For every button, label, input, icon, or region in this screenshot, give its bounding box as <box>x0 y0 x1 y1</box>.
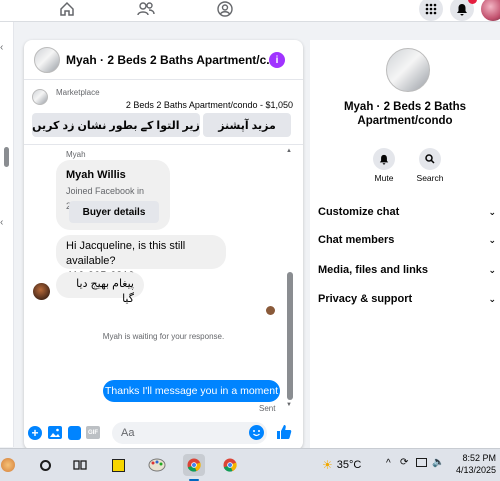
listing-thumbnail <box>32 89 48 105</box>
chat-members-row[interactable]: Chat members ⌄ <box>318 230 500 250</box>
task-view-icon[interactable] <box>70 455 90 475</box>
clock-date: 4/13/2025 <box>455 465 496 475</box>
plus-icon[interactable]: + <box>28 426 42 440</box>
clock-time: 8:52 PM <box>462 453 496 463</box>
menu-grid-button[interactable] <box>419 0 443 21</box>
mark-pending-button[interactable]: زیر التوا کے بطور نشان زد کریں <box>32 113 200 137</box>
chat-title[interactable]: Myah · 2 Beds 2 Baths Apartment/c... <box>66 53 276 67</box>
message-input[interactable]: Aa <box>112 422 267 444</box>
menu-label: Privacy & support <box>318 293 413 305</box>
listing-avatar-large[interactable] <box>386 48 430 92</box>
info-icon[interactable]: i <box>269 52 285 68</box>
left-scrollbar[interactable] <box>4 147 9 167</box>
display-icon[interactable] <box>416 458 427 467</box>
buyer-details-button[interactable]: Buyer details <box>69 201 159 223</box>
message-text: Hi Jacqueline, is this still available? <box>66 240 186 267</box>
message-bubble[interactable]: پیغام بھیج دیا گیا <box>56 272 144 305</box>
chat-scrollbar[interactable]: ▲ ▼ <box>286 148 294 410</box>
notification-badge <box>468 0 477 4</box>
scroll-thumb[interactable] <box>287 272 293 400</box>
listing-summary[interactable]: 2 Beds 2 Baths Apartment/condo - $1,050 <box>126 100 293 110</box>
marketplace-label: Marketplace <box>56 88 100 97</box>
details-title-line2: Apartment/condo <box>357 115 453 127</box>
widgets-icon[interactable] <box>0 455 16 475</box>
bell-icon <box>373 148 395 170</box>
details-title: Myah · 2 Beds 2 Baths Apartment/condo <box>310 100 500 128</box>
message-bubble[interactable]: Hi Jacqueline, is this still available? … <box>56 235 226 282</box>
menu-label: Customize chat <box>318 206 400 218</box>
start-circle-icon[interactable] <box>35 455 55 475</box>
weather-sun-icon: ☀ <box>322 458 333 472</box>
chrome-icon[interactable] <box>220 455 240 475</box>
more-options-button[interactable]: مزید آپشنز <box>203 113 291 137</box>
input-placeholder: Aa <box>121 427 135 439</box>
weather-widget[interactable]: ☀ 35°C <box>322 458 361 472</box>
card-name: Myah Willis <box>66 169 126 181</box>
message-status: Sent <box>259 404 276 413</box>
gif-icon[interactable]: GIF <box>86 426 100 439</box>
friends-icon[interactable] <box>137 0 155 18</box>
home-icon[interactable] <box>58 0 76 18</box>
details-title-line1: Myah · 2 Beds 2 Baths <box>343 101 467 113</box>
chrome-icon[interactable] <box>183 454 205 476</box>
sender-label: Myah <box>66 150 86 159</box>
composer-bar: + GIF Aa <box>24 420 303 450</box>
chat-details-panel: Myah · 2 Beds 2 Baths Apartment/condo Mu… <box>310 40 500 450</box>
notifications-button[interactable] <box>450 0 477 21</box>
weather-temp: 35°C <box>336 459 362 471</box>
clock[interactable]: 8:52 PM 4/13/2025 <box>452 452 496 476</box>
media-files-links-row[interactable]: Media, files and links ⌄ <box>318 260 500 280</box>
chevron-down-icon: ⌄ <box>488 206 496 217</box>
listing-avatar[interactable] <box>34 47 60 73</box>
photo-icon[interactable] <box>48 426 62 439</box>
chevron-left-icon[interactable]: ‹ <box>0 217 3 228</box>
network-icon[interactable]: ⟳ <box>400 457 408 468</box>
mute-button[interactable]: Mute <box>370 148 398 183</box>
left-column: ‹ ‹ <box>0 22 14 447</box>
menu-label: Chat members <box>318 234 395 246</box>
message-text: پیغام بھیج دیا گیا <box>76 278 134 305</box>
chevron-down-icon: ⌄ <box>488 234 496 245</box>
my-message-bubble[interactable]: Thanks I'll message you in a moment <box>103 380 280 402</box>
account-avatar[interactable] <box>481 0 500 21</box>
scroll-down-arrow[interactable]: ▼ <box>286 402 292 408</box>
sticky-notes-icon[interactable] <box>108 455 128 475</box>
search-label: Search <box>416 173 444 183</box>
chat-header: Myah · 2 Beds 2 Baths Apartment/c... i <box>24 40 303 80</box>
bell-icon <box>457 3 467 16</box>
chat-window: Myah · 2 Beds 2 Baths Apartment/c... i M… <box>24 40 303 450</box>
menu-label: Media, files and links <box>318 264 429 276</box>
waiting-notice: Myah is waiting for your response. <box>102 332 225 341</box>
profile-icon[interactable] <box>216 0 234 18</box>
emoji-icon[interactable] <box>249 425 264 440</box>
volume-icon[interactable]: 🔈 <box>432 457 444 468</box>
scroll-up-arrow[interactable]: ▲ <box>286 148 292 154</box>
sender-avatar <box>33 283 50 300</box>
search-icon <box>419 148 441 170</box>
like-icon[interactable] <box>276 424 292 440</box>
customize-chat-row[interactable]: Customize chat ⌄ <box>318 202 500 222</box>
read-receipt-avatar <box>266 306 275 315</box>
chevron-down-icon: ⌄ <box>488 264 496 275</box>
paint-icon[interactable] <box>147 455 167 475</box>
chevron-up-icon[interactable]: ^ <box>386 458 391 469</box>
privacy-support-row[interactable]: Privacy & support ⌄ <box>318 289 500 309</box>
chevron-left-icon[interactable]: ‹ <box>0 42 3 53</box>
windows-taskbar: ☀ 35°C ^ ⟳ 🔈 8:52 PM 4/13/2025 <box>0 448 500 481</box>
search-button[interactable]: Search <box>416 148 444 183</box>
facebook-top-bar <box>0 0 500 22</box>
profile-card: Myah Willis Joined Facebook in 2018 Buye… <box>56 160 170 230</box>
mute-label: Mute <box>374 173 394 183</box>
sticker-icon[interactable] <box>68 426 81 440</box>
chevron-down-icon: ⌄ <box>488 293 496 304</box>
